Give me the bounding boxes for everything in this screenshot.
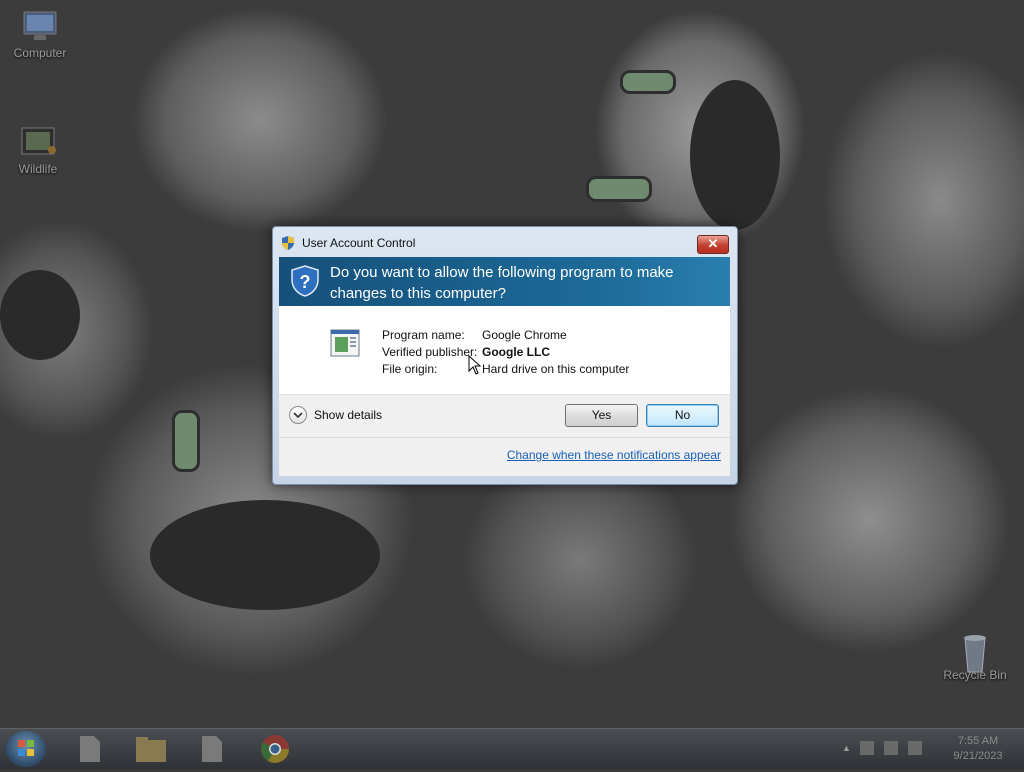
system-tray: ▲ 7:55 AM 9/21/2023 [834,729,1024,769]
decor-shape [0,270,80,360]
chrome-icon [261,735,289,763]
document-icon [80,736,100,762]
taskbar: ▲ 7:55 AM 9/21/2023 [0,728,1024,769]
show-details-label: Show details [314,408,383,422]
chevron-down-icon [289,406,307,424]
taskbar-explorer-button[interactable] [130,733,170,765]
desktop-icon-label: Wildlife [18,162,58,176]
dialog-actions: Show details Yes No [279,395,730,438]
taskbar-file-button[interactable] [70,733,110,765]
clock-time: 7:55 AM [957,735,999,747]
volume-muted-icon[interactable] [908,741,922,755]
clock-date: 9/21/2023 [953,750,1003,762]
dialog-title: User Account Control [302,236,416,250]
uac-dialog: User Account Control ✕ ? Do you want to … [272,226,738,485]
question-shield-icon: ? [291,265,319,297]
show-hidden-icons-button[interactable]: ▲ [842,743,851,753]
taskbar-chrome-button[interactable] [255,733,295,765]
computer-icon [18,8,62,42]
publisher-label: Verified publisher: [382,345,478,359]
decor-shape [172,410,200,472]
taskbar-file-button-2[interactable] [192,733,232,765]
desktop-icon-label: Computer [13,46,67,60]
file-origin-label: File origin: [382,362,438,376]
desktop-icon-label: Recycle Bin [943,668,1007,682]
uac-shield-icon [282,236,294,250]
decor-shape [586,176,652,202]
decor-shape [150,500,380,610]
program-details-panel: Program name: Google Chrome Verified pub… [279,306,730,395]
yes-button[interactable]: Yes [565,404,638,427]
publisher-value: Google LLC [482,345,550,359]
dialog-titlebar[interactable]: User Account Control ✕ [273,227,737,257]
mouse-pointer-icon [468,355,482,375]
file-origin-row: File origin: Hard drive on this computer [382,362,629,379]
close-button[interactable]: ✕ [697,235,729,254]
document-icon [202,736,222,762]
no-button[interactable]: No [646,404,719,427]
program-name-value: Google Chrome [482,328,567,342]
question-banner: ? Do you want to allow the following pro… [279,257,730,306]
file-origin-value: Hard drive on this computer [482,362,630,376]
dialog-footer: Change when these notifications appear [279,438,730,476]
program-details: Program name: Google Chrome Verified pub… [382,328,629,379]
decor-shape [690,80,780,230]
decor-shape [620,70,676,94]
recycle-bin-icon [953,630,997,673]
program-icon [330,329,360,357]
video-file-icon [16,124,60,158]
program-name-row: Program name: Google Chrome [382,328,629,345]
uac-question: Do you want to allow the following progr… [330,264,674,302]
flag-icon[interactable] [860,741,874,755]
folder-icon [136,737,166,762]
program-name-label: Program name: [382,328,465,342]
show-details-toggle[interactable]: Show details [289,406,382,424]
network-icon[interactable] [884,741,898,755]
desktop-icon-recycle-bin[interactable]: Recycle Bin [937,630,1013,682]
change-notifications-link[interactable]: Change when these notifications appear [507,448,721,462]
windows-logo-icon [18,740,34,756]
desktop-icon-computer[interactable]: Computer [2,8,78,60]
desktop-icon-wildlife[interactable]: Wildlife [0,124,76,176]
publisher-row: Verified publisher: Google LLC [382,345,629,362]
svg-text:?: ? [300,272,311,292]
start-button[interactable] [6,731,46,767]
clock[interactable]: 7:55 AM 9/21/2023 [944,734,1012,764]
